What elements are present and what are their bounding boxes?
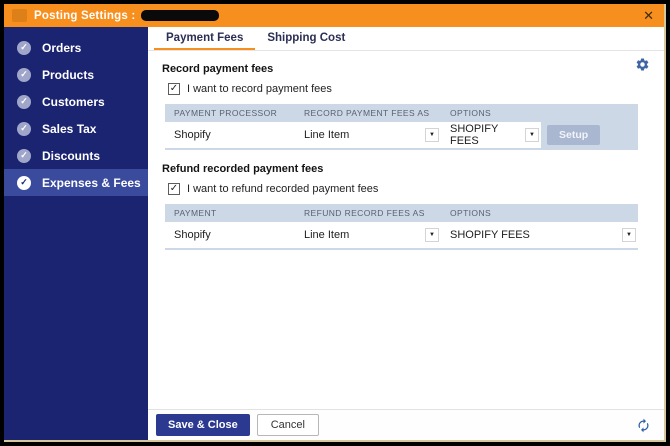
options-cell: SHOPIFY FEES ▼ <box>441 222 638 248</box>
check-circle-icon: ✓ <box>17 121 31 136</box>
table-row: Shopify Line Item ▼ SHOPIFY FEES <box>165 122 638 148</box>
check-glyph: ✓ <box>20 150 28 160</box>
dropdown-arrow-glyph: ▼ <box>429 132 435 138</box>
chevron-down-icon[interactable]: ▼ <box>525 128 539 142</box>
refund-fees-checkbox-row[interactable]: ✓ I want to refund recorded payment fees <box>168 183 648 195</box>
check-glyph: ✓ <box>20 177 28 187</box>
section-title-record-payment-fees: Record payment fees <box>162 63 274 75</box>
check-circle-icon: ✓ <box>17 148 31 163</box>
dropdown-arrow-glyph: ▼ <box>429 232 435 238</box>
options-cell: SHOPIFY FEES ▼ <box>441 122 541 148</box>
cancel-button[interactable]: Cancel <box>256 414 319 436</box>
sidebar-item-orders[interactable]: ✓ Orders <box>4 34 148 61</box>
refund-fees-checkbox-label: I want to refund recorded payment fees <box>187 183 379 195</box>
record-fees-as-dropdown[interactable]: Line Item ▼ <box>295 122 441 148</box>
column-header: REFUND RECORD FEES AS <box>304 208 425 218</box>
setup-cell: Setup <box>541 122 638 148</box>
record-fees-checkbox-label: I want to record payment fees <box>187 83 332 95</box>
chevron-down-icon[interactable]: ▼ <box>622 228 636 242</box>
window-title: Posting Settings : <box>34 9 136 22</box>
record-as-cell: Line Item ▼ <box>295 122 441 148</box>
app-logo-icon <box>12 9 27 22</box>
content-body: Record payment fees ✓ I want to record p… <box>148 51 664 409</box>
tab-payment-fees[interactable]: Payment Fees <box>154 27 256 50</box>
sidebar-item-label: Customers <box>42 94 105 109</box>
check-glyph: ✓ <box>20 42 28 52</box>
sidebar-item-products[interactable]: ✓ Products <box>4 61 148 88</box>
table-header-row: PAYMENT PROCESSOR RECORD PAYMENT FEES AS… <box>165 104 638 122</box>
dropdown-value: Line Item <box>304 129 350 141</box>
posting-settings-window: Posting Settings : ✕ ✓ Orders ✓ Products… <box>4 4 666 442</box>
check-circle-icon: ✓ <box>17 175 31 190</box>
content-panel: Payment Fees Shipping Cost Record paymen… <box>148 27 664 440</box>
refund-fees-checkbox[interactable]: ✓ <box>168 183 180 195</box>
title-bar: Posting Settings : ✕ <box>4 4 664 27</box>
dropdown-value: SHOPIFY FEES <box>450 123 499 147</box>
screen: Posting Settings : ✕ ✓ Orders ✓ Products… <box>0 0 670 446</box>
dropdown-arrow-glyph: ▼ <box>626 232 632 238</box>
sidebar-item-label: Discounts <box>42 148 101 163</box>
setup-button[interactable]: Setup <box>547 125 601 145</box>
dropdown-value: Line Item <box>304 229 350 241</box>
column-header: OPTIONS <box>450 108 492 118</box>
sidebar-item-customers[interactable]: ✓ Customers <box>4 88 148 115</box>
sidebar-item-label: Products <box>42 67 95 82</box>
payment-cell: Shopify <box>165 222 295 248</box>
settings-gear-icon[interactable] <box>635 57 650 72</box>
sidebar-item-label: Orders <box>42 40 82 55</box>
refund-fees-as-dropdown[interactable]: Line Item ▼ <box>295 222 441 248</box>
footer-bar: Save & Close Cancel <box>148 409 664 440</box>
check-glyph: ✓ <box>169 183 179 194</box>
check-glyph: ✓ <box>20 123 28 133</box>
check-circle-icon: ✓ <box>17 67 31 82</box>
refresh-icon[interactable] <box>636 418 651 433</box>
table-row: Shopify Line Item ▼ SHOPIFY FEES <box>165 222 638 248</box>
sidebar-item-label: Sales Tax <box>42 121 97 136</box>
sidebar-item-expenses-fees[interactable]: ✓ Expenses & Fees <box>4 169 148 196</box>
dropdown-value: SHOPIFY FEES <box>450 229 530 241</box>
tab-shipping-cost[interactable]: Shipping Cost <box>255 27 357 50</box>
column-header <box>541 104 638 122</box>
column-header: RECORD PAYMENT FEES AS <box>304 108 430 118</box>
save-close-button[interactable]: Save & Close <box>156 414 250 436</box>
dropdown-arrow-glyph: ▼ <box>529 132 535 138</box>
chevron-down-icon[interactable]: ▼ <box>425 228 439 242</box>
close-icon[interactable]: ✕ <box>643 9 654 22</box>
check-glyph: ✓ <box>20 69 28 79</box>
tab-bar: Payment Fees Shipping Cost <box>148 27 664 51</box>
column-header: PAYMENT PROCESSOR <box>174 108 278 118</box>
column-header: OPTIONS <box>450 208 492 218</box>
sidebar-item-label: Expenses & Fees <box>42 175 141 190</box>
section-title-refund-payment-fees: Refund recorded payment fees <box>162 163 324 175</box>
refund-fees-table: PAYMENT REFUND RECORD FEES AS OPTIONS Sh… <box>165 204 638 250</box>
sidebar-item-discounts[interactable]: ✓ Discounts <box>4 142 148 169</box>
sidebar: ✓ Orders ✓ Products ✓ Customers ✓ Sales … <box>4 27 148 440</box>
record-fees-table: PAYMENT PROCESSOR RECORD PAYMENT FEES AS… <box>165 104 638 150</box>
column-header: PAYMENT <box>174 208 217 218</box>
chevron-down-icon[interactable]: ▼ <box>425 128 439 142</box>
main-area: ✓ Orders ✓ Products ✓ Customers ✓ Sales … <box>4 27 664 440</box>
check-glyph: ✓ <box>169 83 179 94</box>
record-options-dropdown[interactable]: SHOPIFY FEES ▼ <box>441 122 541 148</box>
check-glyph: ✓ <box>20 96 28 106</box>
refund-options-dropdown[interactable]: SHOPIFY FEES ▼ <box>441 222 638 248</box>
refund-as-cell: Line Item ▼ <box>295 222 441 248</box>
record-fees-checkbox[interactable]: ✓ <box>168 83 180 95</box>
check-circle-icon: ✓ <box>17 40 31 55</box>
check-circle-icon: ✓ <box>17 94 31 109</box>
redacted-store-name <box>141 10 220 21</box>
table-header-row: PAYMENT REFUND RECORD FEES AS OPTIONS <box>165 204 638 222</box>
record-fees-checkbox-row[interactable]: ✓ I want to record payment fees <box>168 83 648 95</box>
payment-processor-cell: Shopify <box>165 122 295 148</box>
sidebar-item-sales-tax[interactable]: ✓ Sales Tax <box>4 115 148 142</box>
